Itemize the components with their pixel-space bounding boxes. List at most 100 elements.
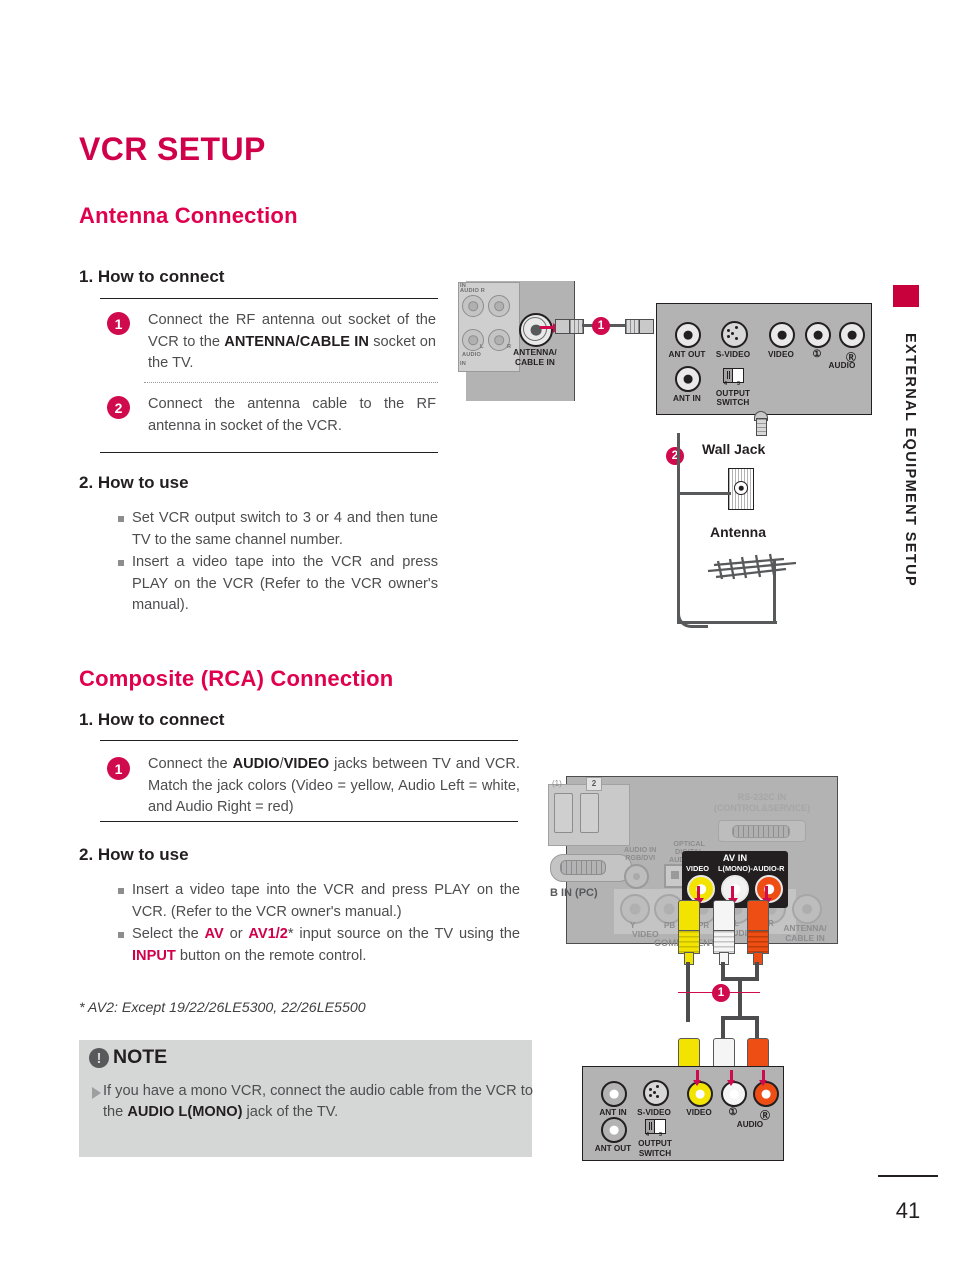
tv-audio-jack <box>462 295 484 317</box>
audio-in-rgb-dvi-label: AUDIO IN RGB/DVI <box>624 846 656 862</box>
rs232-line1: RS-232C IN <box>737 792 787 802</box>
list-item: Insert a video tape into the VCR and pre… <box>116 552 438 617</box>
audio-in-jack <box>624 864 649 889</box>
note-title: NOTE <box>113 1046 168 1068</box>
audio-in-line2: RGB/DVI <box>625 853 656 862</box>
wall-jack-socket <box>734 481 748 495</box>
vcr-rear-panel: ANT OUT S-VIDEO VIDEO ① Ⓡ AUDIO ANT IN 4 <box>656 303 872 415</box>
note-text: If you have a mono VCR, connect the audi… <box>103 1083 533 1120</box>
page-title: VCR SETUP <box>79 131 266 167</box>
section-heading-composite: Composite (RCA) Connection <box>79 666 394 691</box>
vcr-s-video-jack <box>721 321 748 348</box>
connection-arrow-icon <box>540 322 560 334</box>
av-in-video-label: VIDEO <box>686 864 709 873</box>
plug-grip <box>678 930 700 954</box>
page-number: 41 <box>895 1198 921 1223</box>
switch-position-4: 4 <box>724 381 727 387</box>
antenna-label-line1: ANTENNA/ <box>513 347 557 357</box>
rca-cable-junction-mid <box>738 977 742 1019</box>
hdmi-label-1: (1) <box>552 779 562 788</box>
hdmi-port-1 <box>554 793 573 833</box>
footnote: * AV2: Except 19/22/26LE5300, 22/26LE550… <box>79 1000 366 1016</box>
tv-panel-label-audio-r: AUDIO R <box>460 288 486 294</box>
list-item: Select the AV or AV1/2* input source on … <box>116 924 520 967</box>
vcr-video-jack <box>769 322 795 348</box>
antenna-icon <box>707 553 797 580</box>
plug-barrel <box>747 900 769 932</box>
divider <box>100 740 518 742</box>
exclamation-icon: ! <box>89 1048 109 1068</box>
diagram-badge-1-composite: 1 <box>712 984 730 1002</box>
antenna-label-line2: CABLE IN <box>515 357 555 367</box>
page-number-rule <box>878 1175 938 1177</box>
switch-position-3: 3 <box>737 381 740 387</box>
component-pb-label: PB <box>664 921 676 930</box>
side-tab-marker <box>893 285 919 307</box>
dotted-divider <box>144 382 438 383</box>
tv-antenna-jack-label: ANTENNA/ CABLE IN <box>502 347 568 367</box>
triangle-bullet-icon <box>92 1087 101 1099</box>
diagram-badge-2: 2 <box>666 447 684 465</box>
step-text-composite-1: Connect the AUDIO/VIDEO jacks between TV… <box>148 756 520 815</box>
divider <box>100 298 438 300</box>
rs232c-label: RS-232C IN (CONTROL&SERVICE) <box>702 792 822 814</box>
vcr-s-video-label: S-VIDEO <box>637 1108 671 1117</box>
rca-plug-audio-left <box>713 900 735 965</box>
av-in-title: AV IN <box>722 852 748 863</box>
coax-stub-ridges <box>756 418 767 436</box>
tv-panel-label-l: L <box>480 344 484 350</box>
connector-body <box>638 319 654 334</box>
vcr-ant-in-jack <box>675 366 701 392</box>
section-heading-antenna: Antenna Connection <box>79 203 298 228</box>
connection-arrow-icon <box>692 1070 702 1086</box>
plug-barrel <box>713 900 735 932</box>
vcr-output-switch-label-1: OUTPUT <box>715 389 751 398</box>
connection-arrow-icon <box>726 1070 736 1086</box>
bullet-list-composite-use: Insert a video tape into the VCR and pre… <box>116 880 520 968</box>
connection-arrow-icon <box>758 1070 768 1086</box>
antenna-label: Antenna <box>710 524 766 540</box>
vcr-rear-panel-composite: ANT IN S-VIDEO VIDEO ① Ⓡ AUDIO ANT OUT 4… <box>582 1066 784 1161</box>
divider <box>100 452 438 454</box>
antenna-cable-riser <box>773 559 777 624</box>
rgb-pc-port-pins <box>560 860 606 875</box>
divider <box>100 821 518 823</box>
vcr-output-switch-label-2: SWITCH <box>716 398 750 407</box>
switch-position-3: 3 <box>659 1132 662 1138</box>
rca-plug-video <box>678 900 700 965</box>
hdmi-label-2: 2 <box>586 777 602 791</box>
tv-audio-jack <box>488 295 510 317</box>
plug-barrel <box>678 900 700 932</box>
vcr-audio-left-jack <box>805 322 831 348</box>
composite-connection-diagram: 2 (1) B IN (PC) AUDIO IN RGB/DVI OPTICAL… <box>548 776 896 1166</box>
subheading-antenna-how-to-connect: 1. How to connect <box>79 267 225 286</box>
rgb-pc-label: B IN (PC) <box>550 887 598 899</box>
plug-grip <box>713 930 735 954</box>
antenna-cable-vertical <box>677 433 681 623</box>
rca-cable-junction-bottom <box>721 1016 759 1020</box>
step-text-antenna-1: Connect the RF antenna out socket of the… <box>148 312 436 371</box>
vcr-output-switch-label-1: OUTPUT <box>638 1139 672 1148</box>
subheading-antenna-how-to-use: 2. How to use <box>79 473 189 492</box>
tv-rear-panel-partial: IN AUDIO R L R AUDIO IN <box>458 281 575 401</box>
bullet-list-antenna-use: Set VCR output switch to 3 or 4 and then… <box>116 508 438 618</box>
list-item: Set VCR output switch to 3 or 4 and then… <box>116 508 438 551</box>
rs232c-port-pins <box>732 825 790 838</box>
subheading-composite-how-to-connect: 1. How to connect <box>79 710 225 729</box>
step-badge-2: 2 <box>107 396 130 419</box>
vcr-ant-out-jack <box>675 322 701 348</box>
coax-connector <box>555 319 584 334</box>
vcr-ant-out-jack <box>601 1117 627 1143</box>
ant-label-line1: ANTENNA/ <box>783 923 827 933</box>
switch-position-4: 4 <box>646 1132 649 1138</box>
vcr-audio-group-label: AUDIO <box>736 1120 764 1129</box>
rs232-line2: (CONTROL&SERVICE) <box>713 803 811 813</box>
rca-plug-audio-right <box>747 900 769 965</box>
step-badge-1: 1 <box>107 312 130 335</box>
vcr-s-video-jack <box>643 1080 669 1106</box>
antenna-cable-to-wall-jack <box>677 492 731 496</box>
vcr-audio-group-label: AUDIO <box>828 361 856 370</box>
connection-arrow-icon <box>727 886 739 905</box>
step-text-antenna-2: Connect the antenna cable to the RF ante… <box>148 396 436 434</box>
step-badge-1-composite: 1 <box>107 757 130 780</box>
